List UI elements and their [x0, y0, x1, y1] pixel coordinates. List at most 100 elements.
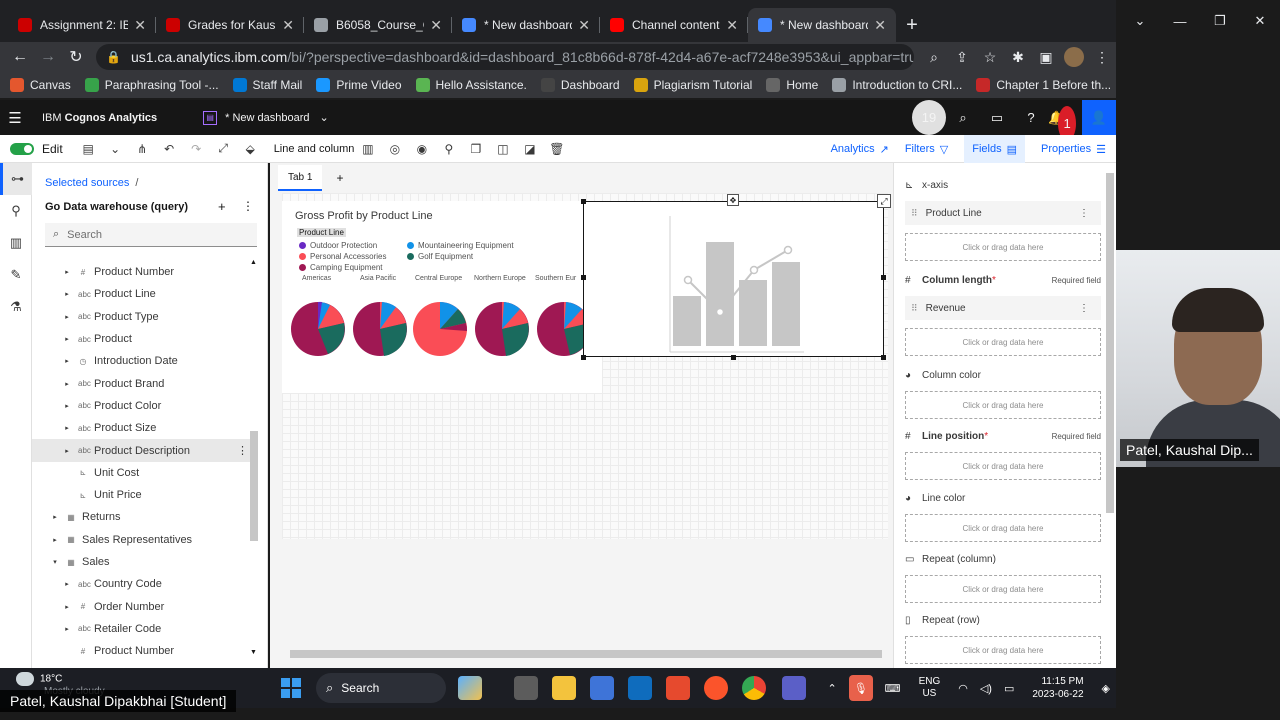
expand-caret-icon[interactable]: ▸	[62, 290, 72, 298]
browser-tab[interactable]: * New dashboard ✕	[452, 8, 600, 42]
line-column-widget[interactable]	[583, 201, 884, 357]
forward-icon[interactable]: →	[34, 43, 62, 71]
copy-icon[interactable]: ❐	[462, 135, 489, 163]
search-input[interactable]: ⌕ Search	[45, 223, 257, 247]
focus-icon[interactable]: ◉	[408, 135, 435, 163]
more-options-icon[interactable]: ⋮	[1079, 303, 1089, 314]
browser-tab[interactable]: B6058_Course_Guic ✕	[304, 8, 452, 42]
drag-handle-icon[interactable]: ⠿	[911, 208, 918, 219]
brave-icon[interactable]	[704, 676, 728, 700]
tree-item[interactable]: ⊾ Unit Price	[40, 484, 248, 506]
tree-item[interactable]: ▸ abc Product Type	[40, 306, 248, 328]
tree-item[interactable]: ▸ # Order Number	[40, 595, 248, 617]
scroll-thumb[interactable]	[250, 431, 258, 541]
tree-item[interactable]: ▸ # Product Number	[40, 261, 248, 283]
maximize-button[interactable]: ❐	[1200, 0, 1240, 42]
keyboard-icon[interactable]: ⌨	[885, 682, 901, 695]
bookmark-item[interactable]: Plagiarism Tutorial	[633, 78, 752, 92]
app-icon[interactable]	[590, 676, 614, 700]
bookmark-item[interactable]: Dashboard	[540, 78, 620, 92]
address-bar[interactable]: 🔒 us1.ca.analytics.ibm.com /bi/?perspect…	[96, 44, 914, 70]
bookmark-item[interactable]: Introduction to CRI...	[832, 78, 962, 92]
tree-item[interactable]: ▸ ▦ Returns	[40, 506, 248, 528]
fields-button[interactable]: Fields ▤	[964, 135, 1025, 163]
drop-zone[interactable]: Click or drag data here	[905, 514, 1101, 542]
bookmark-item[interactable]: Staff Mail	[232, 78, 302, 92]
resize-handle[interactable]	[581, 275, 586, 280]
chat-icon[interactable]: ▭	[980, 100, 1014, 135]
bookmark-item[interactable]: Hello Assistance.	[415, 78, 527, 92]
share-icon[interactable]: ⋔	[129, 135, 156, 163]
wifi-icon[interactable]: ◠	[958, 682, 968, 695]
resize-handle[interactable]	[881, 355, 886, 360]
browser-menu-icon[interactable]: ⋮	[1088, 43, 1116, 71]
scroll-up-icon[interactable]: ▲	[250, 259, 257, 266]
expand-caret-icon[interactable]: ▾	[50, 558, 60, 566]
save-icon[interactable]: ▤	[75, 135, 102, 163]
expand-caret-icon[interactable]: ▸	[62, 268, 72, 276]
browser-tab[interactable]: Assignment 2: IBM ✕	[8, 8, 156, 42]
pin-icon[interactable]: ⚲	[435, 135, 462, 163]
taskbar-search[interactable]: ⌕ Search	[316, 673, 446, 703]
tab-1[interactable]: Tab 1	[278, 165, 323, 191]
tree-item[interactable]: ▾ ▦ Sales	[40, 551, 248, 573]
tree-item[interactable]: ▸ abc Product Description ⋮	[32, 439, 256, 462]
filters-button[interactable]: Filters ▽	[905, 143, 948, 156]
windows-start-icon[interactable]	[281, 678, 301, 698]
tray-chevron-icon[interactable]: ⌃	[827, 682, 836, 695]
expand-caret-icon[interactable]: ▸	[62, 402, 72, 410]
assigned-field[interactable]: ⠿ Product Line ⋮	[905, 201, 1101, 225]
tree-item[interactable]: # Product Number	[40, 640, 248, 662]
close-tab-icon[interactable]: ✕	[726, 17, 738, 34]
properties-button[interactable]: Properties ☰	[1041, 143, 1106, 156]
browser-tab[interactable]: Grades for Kaushal ✕	[156, 8, 304, 42]
canvas-hscrollbar[interactable]	[282, 647, 888, 661]
battery-icon[interactable]: ▭	[1004, 682, 1014, 695]
paste-icon[interactable]: ◫	[489, 135, 516, 163]
widgets-app-icon[interactable]	[458, 676, 482, 700]
notification-bell-icon[interactable]: 🔔 1	[1048, 100, 1082, 141]
acrobat-icon[interactable]	[666, 676, 690, 700]
tree-item[interactable]: ▸ abc Product Line	[40, 283, 248, 305]
drop-zone[interactable]: Click or drag data here	[905, 452, 1101, 480]
resize-handle[interactable]	[731, 355, 736, 360]
back-icon[interactable]: ←	[6, 43, 34, 71]
reload-icon[interactable]: ↻	[62, 43, 90, 71]
close-tab-icon[interactable]: ✕	[874, 17, 886, 34]
browser-tab[interactable]: * New dashboard ✕	[748, 8, 896, 42]
add-source-icon[interactable]: +	[218, 199, 226, 214]
scroll-down-icon[interactable]: ▼	[250, 649, 257, 656]
maximize-widget-icon[interactable]: ⤢	[877, 194, 891, 208]
expand-icon[interactable]: ⤢	[210, 135, 237, 163]
microphone-icon[interactable]: 🎙	[848, 675, 873, 701]
delete-icon[interactable]: 🗑	[543, 135, 570, 163]
resize-handle[interactable]	[581, 355, 586, 360]
assistant-icon[interactable]: ⚗	[0, 291, 32, 323]
bookmark-star-icon[interactable]: ☆	[976, 43, 1004, 71]
close-window-button[interactable]: ✕	[1240, 0, 1280, 42]
tree-item[interactable]: ▸ abc Retailer Code	[40, 618, 248, 640]
extensions-icon[interactable]: ✱	[1004, 43, 1032, 71]
hscroll-thumb[interactable]	[290, 650, 882, 658]
teams-icon[interactable]	[782, 676, 806, 700]
redo-icon[interactable]: ↷	[183, 135, 210, 163]
analytics-button[interactable]: Analytics ↗	[831, 143, 889, 156]
volume-icon[interactable]: ◁)	[980, 682, 992, 695]
tree-scrollbar[interactable]: ▲ ▼	[250, 259, 258, 659]
language-indicator[interactable]: ENG US	[913, 676, 947, 700]
close-tab-icon[interactable]: ✕	[282, 17, 294, 34]
outlook-icon[interactable]	[628, 676, 652, 700]
hamburger-menu-icon[interactable]: ☰	[0, 109, 30, 127]
browser-tab[interactable]: Channel content - Y ✕	[600, 8, 748, 42]
notification-icon[interactable]: ◈	[1102, 682, 1110, 695]
bookmark-item[interactable]: Prime Video	[316, 78, 402, 92]
expand-caret-icon[interactable]: ▸	[62, 447, 72, 455]
drop-zone[interactable]: Click or drag data here	[905, 391, 1101, 419]
chrome-icon[interactable]	[742, 676, 766, 700]
tab-search-icon[interactable]: ⌄	[1120, 0, 1160, 42]
drop-zone[interactable]: Click or drag data here	[905, 328, 1101, 356]
save-dropdown-icon[interactable]: ⌄	[102, 135, 129, 163]
bring-front-icon[interactable]: ◪	[516, 135, 543, 163]
visualization-type-label[interactable]: Line and column	[274, 143, 355, 155]
tree-item[interactable]: ⊾ Unit Cost	[40, 462, 248, 484]
